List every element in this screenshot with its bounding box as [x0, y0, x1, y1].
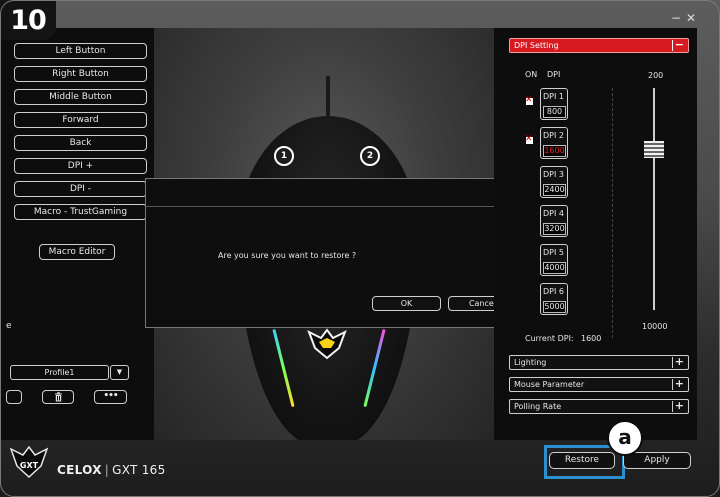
dpi-1-enable-checkbox[interactable]: ✕	[525, 95, 533, 105]
assign-middle-button[interactable]: Middle Button	[14, 89, 147, 105]
settings-panel: DPI Setting − ON DPI 200 ✕ DPI 1 800 ✕ D…	[494, 28, 697, 440]
step-marker: a	[607, 420, 643, 456]
lighting-label: Lighting	[514, 358, 547, 367]
assign-right-button[interactable]: Right Button	[14, 66, 147, 82]
assign-dpi-up-button[interactable]: DPI +	[14, 158, 147, 174]
profile-more-button[interactable]: •••	[94, 390, 127, 404]
dpi-2-button[interactable]: DPI 2 1600	[540, 127, 568, 159]
trash-icon	[54, 392, 62, 402]
restore-confirm-dialog: ✕ Are you sure you want to restore ? OK …	[145, 178, 530, 328]
expand-icon[interactable]: +	[675, 356, 684, 368]
mouse-parameter-label: Mouse Parameter	[514, 380, 585, 389]
dpi-4-label: DPI 4	[543, 209, 564, 218]
header-divider	[672, 40, 673, 51]
section-divider	[672, 401, 673, 412]
expand-icon[interactable]: +	[675, 400, 684, 412]
mouse-button-marker-2[interactable]: 2	[360, 146, 380, 166]
dpi-slider-track[interactable]	[653, 88, 655, 310]
current-dpi-label: Current DPI:	[525, 334, 574, 343]
dpi-2-label: DPI 2	[543, 131, 564, 140]
dpi-5-value[interactable]: 4000	[543, 262, 566, 274]
dpi-5-button[interactable]: DPI 5 4000	[540, 244, 568, 276]
polling-rate-label: Polling Rate	[514, 402, 562, 411]
dpi-setting-label: DPI Setting	[514, 41, 559, 50]
assign-back-button[interactable]: Back	[14, 135, 147, 151]
dpi-2-enable-checkbox[interactable]: ✕	[525, 134, 533, 144]
on-column-label: ON	[525, 70, 538, 79]
dpi-1-value[interactable]: 800	[543, 106, 566, 118]
assign-macro-button[interactable]: Macro - TrustGaming	[14, 204, 147, 220]
mouse-button-marker-1[interactable]: 1	[274, 146, 294, 166]
macro-editor-button[interactable]: Macro Editor	[39, 244, 115, 260]
dpi-1-button[interactable]: DPI 1 800	[540, 88, 568, 120]
restore-button[interactable]: Restore	[549, 452, 615, 469]
slider-max-label: 200	[648, 71, 664, 80]
assign-forward-button[interactable]: Forward	[14, 112, 147, 128]
svg-text:GXT: GXT	[20, 461, 39, 470]
checkbox-mark-icon: ✕	[525, 134, 533, 144]
minimize-icon[interactable]: −	[671, 12, 681, 24]
mouse-parameter-section[interactable]: Mouse Parameter +	[509, 377, 689, 392]
lighting-section[interactable]: Lighting +	[509, 355, 689, 370]
profile-delete-button[interactable]	[42, 390, 74, 404]
close-window-icon[interactable]: ✕	[686, 12, 696, 24]
dpi-4-button[interactable]: DPI 4 3200	[540, 205, 568, 237]
assign-left-button[interactable]: Left Button	[14, 43, 147, 59]
expand-icon[interactable]: +	[675, 378, 684, 390]
current-dpi-value: 1600	[581, 334, 602, 343]
dpi-3-button[interactable]: DPI 3 2400	[540, 166, 568, 198]
section-divider	[672, 379, 673, 390]
ok-button[interactable]: OK	[372, 296, 441, 311]
section-divider	[672, 357, 673, 368]
dpi-slider-thumb[interactable]	[644, 141, 664, 158]
product-name: CELOX | GXT 165	[57, 463, 166, 477]
checkbox-mark-icon: ✕	[525, 95, 533, 105]
step-number-badge: 10	[0, 0, 56, 40]
trust-logo-icon	[307, 328, 347, 360]
dpi-6-value[interactable]: 5000	[543, 301, 566, 313]
profile-select[interactable]: Profile1	[10, 365, 109, 380]
polling-rate-section[interactable]: Polling Rate +	[509, 399, 689, 414]
dpi-5-label: DPI 5	[543, 248, 564, 257]
product-series: GXT 165	[112, 463, 166, 477]
profile-label: e	[6, 321, 12, 331]
dpi-column-label: DPI	[547, 70, 561, 79]
dpi-3-value[interactable]: 2400	[543, 184, 566, 196]
profile-dropdown-arrow-icon[interactable]: ▼	[110, 365, 129, 380]
product-model: CELOX	[57, 463, 102, 477]
dpi-6-button[interactable]: DPI 6 5000	[540, 283, 568, 315]
dpi-1-label: DPI 1	[543, 92, 564, 101]
button-assignment-panel: Left Button Right Button Middle Button F…	[0, 28, 154, 440]
profile-add-button[interactable]	[6, 390, 22, 404]
dpi-setting-header[interactable]: DPI Setting −	[509, 38, 689, 53]
dialog-header: ✕	[146, 179, 529, 207]
dpi-2-value[interactable]: 1600	[543, 145, 566, 157]
apply-button[interactable]: Apply	[623, 452, 691, 469]
gxt-logo-icon: GXT	[10, 446, 48, 478]
dpi-4-value[interactable]: 3200	[543, 223, 566, 235]
dpi-divider	[612, 88, 613, 338]
collapse-icon[interactable]: −	[675, 39, 684, 51]
assign-dpi-down-button[interactable]: DPI -	[14, 181, 147, 197]
app-window: Left Button Right Button Middle Button F…	[0, 0, 720, 497]
dpi-3-label: DPI 3	[543, 170, 564, 179]
dpi-6-label: DPI 6	[543, 287, 564, 296]
dialog-message: Are you sure you want to restore ?	[218, 251, 357, 260]
product-separator: |	[104, 463, 110, 477]
slider-min-label: 10000	[642, 322, 668, 331]
